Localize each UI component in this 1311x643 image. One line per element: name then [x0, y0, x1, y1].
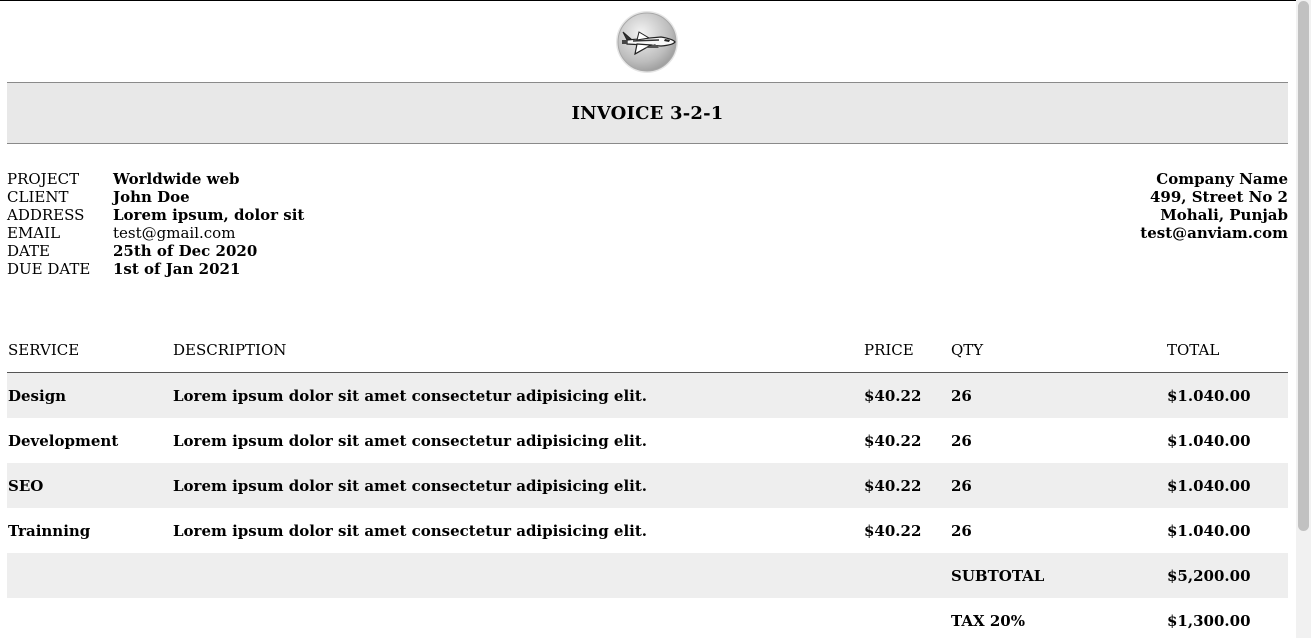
header-price: PRICE [864, 341, 914, 359]
date-value: 25th of Dec 2020 [113, 242, 258, 260]
email-value: test@gmail.com [113, 224, 236, 242]
table-row: SEO Lorem ipsum dolor sit amet consectet… [7, 463, 1288, 508]
row-description: Lorem ipsum dolor sit amet consectetur a… [173, 431, 647, 450]
company-street: 499, Street No 2 [1149, 188, 1288, 206]
tax-label: TAX 20% [951, 611, 1025, 630]
project-row: PROJECT Worldwide web [7, 170, 304, 188]
due-date-value: 1st of Jan 2021 [113, 260, 241, 278]
address-value: Lorem ipsum, dolor sit [113, 206, 305, 224]
scrollbar-thumb[interactable] [1298, 1, 1309, 531]
client-row: CLIENT John Doe [7, 188, 304, 206]
header-description: DESCRIPTION [173, 341, 287, 359]
subtotal-value: $5,200.00 [1167, 566, 1251, 585]
table-row: Development Lorem ipsum dolor sit amet c… [7, 418, 1288, 463]
header-total: TOTAL [1167, 341, 1220, 359]
tax-value: $1,300.00 [1167, 611, 1251, 630]
row-service: Trainning [8, 521, 91, 540]
client-value: John Doe [113, 188, 190, 206]
header-qty: QTY [951, 341, 984, 359]
row-qty: 26 [951, 386, 972, 405]
row-price: $40.22 [864, 476, 922, 495]
company-info: Company Name 499, Street No 2 Mohali, Pu… [1140, 170, 1288, 242]
row-total: $1.040.00 [1167, 431, 1251, 450]
row-price: $40.22 [864, 521, 922, 540]
row-qty: 26 [951, 431, 972, 450]
space-shuttle-icon [615, 10, 679, 74]
table-header-row: SERVICE DESCRIPTION PRICE QTY TOTAL [7, 328, 1288, 373]
address-row: ADDRESS Lorem ipsum, dolor sit [7, 206, 304, 224]
row-description: Lorem ipsum dolor sit amet consectetur a… [173, 521, 647, 540]
due-date-label: DUE DATE [7, 260, 91, 278]
row-description: Lorem ipsum dolor sit amet consectetur a… [173, 386, 647, 405]
company-city: Mohali, Punjab [1160, 206, 1288, 224]
header-service: SERVICE [8, 341, 80, 359]
email-row: EMAIL test@gmail.com [7, 224, 304, 242]
invoice-title-bar: INVOICE 3-2-1 [7, 82, 1288, 144]
project-value: Worldwide web [113, 170, 240, 188]
row-total: $1.040.00 [1167, 476, 1251, 495]
tax-row: TAX 20% $1,300.00 [7, 598, 1288, 643]
table-row: Trainning Lorem ipsum dolor sit amet con… [7, 508, 1288, 553]
subtotal-row: SUBTOTAL $5,200.00 [7, 553, 1288, 598]
top-border [0, 0, 1311, 1]
services-table: SERVICE DESCRIPTION PRICE QTY TOTAL Desi… [7, 328, 1288, 643]
invoice-title: INVOICE 3-2-1 [571, 102, 724, 124]
due-date-row: DUE DATE 1st of Jan 2021 [7, 260, 304, 278]
table-row: Design Lorem ipsum dolor sit amet consec… [7, 373, 1288, 418]
subtotal-label: SUBTOTAL [951, 566, 1045, 585]
row-total: $1.040.00 [1167, 386, 1251, 405]
row-qty: 26 [951, 521, 972, 540]
vertical-scrollbar[interactable] [1296, 0, 1311, 638]
project-label: PROJECT [7, 170, 80, 188]
invoice-details: PROJECT Worldwide web CLIENT John Doe AD… [7, 170, 304, 278]
row-price: $40.22 [864, 431, 922, 450]
address-label: ADDRESS [7, 206, 85, 224]
row-service: Development [8, 431, 119, 450]
date-row: DATE 25th of Dec 2020 [7, 242, 304, 260]
row-service: Design [8, 386, 67, 405]
company-email: test@anviam.com [1140, 224, 1288, 242]
client-label: CLIENT [7, 188, 69, 206]
company-name: Company Name [1156, 170, 1288, 188]
row-qty: 26 [951, 476, 972, 495]
date-label: DATE [7, 242, 50, 260]
row-service: SEO [8, 476, 44, 495]
email-label: EMAIL [7, 224, 61, 242]
row-price: $40.22 [864, 386, 922, 405]
row-description: Lorem ipsum dolor sit amet consectetur a… [173, 476, 647, 495]
row-total: $1.040.00 [1167, 521, 1251, 540]
